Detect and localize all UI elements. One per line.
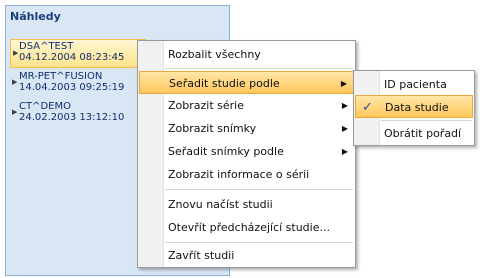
study-item-mr-pet-fusion[interactable]: ▶ MR-PET^FUSION 14.04.2003 09:25:19	[10, 69, 146, 98]
expand-arrow-icon[interactable]: ▶	[12, 107, 17, 118]
study-item-dsa-test[interactable]: ▶ DSA^TEST 04.12.2004 08:23:45	[10, 39, 146, 68]
menu-item-open-previous-studies[interactable]: Otevřít předcházející studie...	[139, 216, 354, 239]
menu-item-label: Zobrazit série	[168, 99, 244, 112]
menu-item-reload-study[interactable]: Znovu načíst studii	[139, 193, 354, 216]
menu-item-label: Zobrazit informace o sérii	[168, 168, 310, 181]
context-menu: Rozbalit všechny Seřadit studie podle ▶ …	[137, 40, 356, 268]
study-name: CT^DEMO	[19, 101, 71, 112]
expand-arrow-icon[interactable]: ▶	[12, 77, 17, 88]
submenu-arrow-icon: ▶	[341, 101, 348, 110]
menu-separator	[165, 242, 353, 243]
menu-item-show-images[interactable]: Zobrazit snímky ▶	[139, 117, 354, 140]
study-item-ct-demo[interactable]: ▶ CT^DEMO 24.02.2003 13:12:10	[10, 99, 146, 128]
menu-item-close-study[interactable]: Zavřít studii	[139, 244, 354, 267]
study-date: 04.12.2004 08:23:45	[19, 52, 125, 63]
menu-item-label: Otevřít předcházející studie...	[168, 221, 330, 234]
study-date: 14.04.2003 09:25:19	[19, 82, 125, 93]
submenu-item-reverse-order[interactable]: Obrátit pořadí	[355, 122, 473, 145]
menu-item-label: Zobrazit snímky	[168, 122, 257, 135]
menu-item-label: Rozbalit všechny	[168, 48, 261, 61]
menu-item-label: Data studie	[385, 101, 449, 114]
menu-item-show-series-info[interactable]: Zobrazit informace o sérii	[139, 163, 354, 186]
menu-item-label: ID pacienta	[384, 78, 447, 91]
menu-item-label: Seřadit snímky podle	[168, 145, 284, 158]
menu-item-expand-all[interactable]: Rozbalit všechny	[139, 43, 354, 66]
menu-item-show-series[interactable]: Zobrazit série ▶	[139, 94, 354, 117]
expand-arrow-icon[interactable]: ▶	[13, 48, 18, 59]
menu-item-sort-images-by[interactable]: Seřadit snímky podle ▶	[139, 140, 354, 163]
study-date: 24.02.2003 13:12:10	[19, 112, 125, 123]
menu-item-label: Seřadit studie podle	[169, 77, 280, 90]
menu-item-label: Zavřít studii	[168, 249, 235, 262]
study-name: DSA^TEST	[19, 41, 74, 52]
submenu-arrow-icon: ▶	[340, 79, 347, 88]
menu-separator	[165, 189, 353, 190]
submenu-item-study-date[interactable]: ✓ Data studie	[355, 95, 473, 118]
menu-item-label: Znovu načíst studii	[168, 198, 273, 211]
study-name: MR-PET^FUSION	[19, 71, 103, 82]
checkmark-icon: ✓	[362, 100, 373, 115]
menu-separator	[381, 120, 472, 121]
menu-item-sort-studies-by[interactable]: Seřadit studie podle ▶	[139, 71, 354, 94]
panel-title: Náhledy	[10, 10, 61, 23]
submenu-item-patient-id[interactable]: ID pacienta	[355, 73, 473, 96]
submenu-arrow-icon: ▶	[341, 124, 348, 133]
sort-studies-submenu: ID pacienta ✓ Data studie Obrátit pořadí	[353, 70, 475, 146]
submenu-arrow-icon: ▶	[341, 147, 348, 156]
menu-item-label: Obrátit pořadí	[384, 127, 462, 140]
menu-separator	[165, 68, 353, 69]
